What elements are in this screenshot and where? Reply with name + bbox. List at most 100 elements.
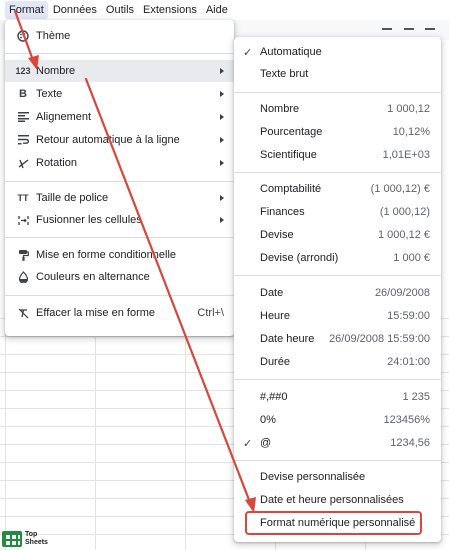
menu-item-mise-en-forme-conditionnelle[interactable]: Mise en forme conditionnelle xyxy=(5,244,234,266)
text-rotation-icon xyxy=(16,156,30,170)
submenu-item-label: Devise personnalisée xyxy=(260,471,366,483)
submenu-item-label: 0% xyxy=(260,414,276,426)
submenu-item-date-heure[interactable]: Date heure 26/09/2008 15:59:00 xyxy=(234,328,441,350)
clear-format-icon xyxy=(16,306,30,320)
submenu-item-custom-percent[interactable]: 0% 123456% xyxy=(234,409,441,431)
menu-item-taille-police[interactable]: TT Taille de police xyxy=(5,187,234,209)
toolbar-icon[interactable] xyxy=(404,28,414,34)
align-left-icon xyxy=(16,110,30,124)
submenu-item-label: Finances xyxy=(260,206,305,218)
menu-item-label: Thème xyxy=(36,30,71,42)
submenu-item-example: 10,12% xyxy=(392,126,430,138)
submenu-item-format-numerique-personnalise[interactable]: Format numérique personnalisé xyxy=(245,511,422,535)
menu-format[interactable]: Format xyxy=(5,1,48,19)
menu-item-alignement[interactable]: Alignement xyxy=(5,106,234,128)
submenu-item-label: #,##0 xyxy=(260,391,288,403)
submenu-item-devise-arrondi[interactable]: Devise (arrondi) 1 000 € xyxy=(234,247,441,269)
submenu-arrow-icon xyxy=(220,137,224,143)
submenu-item-label: Texte brut xyxy=(260,68,309,80)
submenu-item-label: Devise xyxy=(260,229,294,241)
submenu-item-heure[interactable]: Heure 15:59:00 xyxy=(234,305,441,327)
divider xyxy=(5,181,234,182)
submenu-item-comptabilite[interactable]: Comptabilité (1 000,12) € xyxy=(234,178,441,200)
submenu-item-duree[interactable]: Durée 24:01:00 xyxy=(234,351,441,373)
divider xyxy=(5,237,234,238)
menu-item-fusionner[interactable]: Fusionner les cellules xyxy=(5,209,234,231)
menu-item-texte[interactable]: B Texte xyxy=(5,83,234,105)
submenu-item-example: 1 000,12 € xyxy=(378,229,430,241)
menu-outils[interactable]: Outils xyxy=(102,1,138,19)
menu-item-label: Taille de police xyxy=(36,192,109,204)
menu-item-label: Couleurs en alternance xyxy=(36,271,150,283)
menu-item-couleurs-alternance[interactable]: Couleurs en alternance xyxy=(5,266,234,288)
menu-item-label: Fusionner les cellules xyxy=(36,214,142,226)
divider xyxy=(5,53,234,54)
submenu-arrow-icon xyxy=(220,195,224,201)
menu-item-retour-automatique[interactable]: Retour automatique à la ligne xyxy=(5,129,234,151)
submenu-item-pourcentage[interactable]: Pourcentage 10,12% xyxy=(234,121,441,143)
submenu-item-label: Date xyxy=(260,287,284,299)
checkmark-icon: ✓ xyxy=(243,46,253,59)
submenu-item-example: 1 000,12 xyxy=(387,103,430,115)
toolbar-icon[interactable] xyxy=(425,28,435,34)
merge-cells-icon xyxy=(16,213,30,227)
font-size-icon: TT xyxy=(17,193,29,203)
submenu-item-label: Heure xyxy=(260,310,290,322)
number-format-submenu: ✓ Automatique Texte brut Nombre 1 000,12… xyxy=(234,37,441,542)
brand-text: Top Sheets xyxy=(25,531,48,546)
submenu-item-date[interactable]: Date 26/09/2008 xyxy=(234,282,441,304)
divider xyxy=(234,275,441,276)
menu-aide[interactable]: Aide xyxy=(202,1,232,19)
menu-item-theme[interactable]: Thème xyxy=(5,25,234,47)
submenu-arrow-icon xyxy=(220,217,224,223)
submenu-item-label: Date heure xyxy=(260,333,315,345)
top-sheets-logo: Top Sheets xyxy=(2,531,48,547)
submenu-item-example: 26/09/2008 xyxy=(374,287,430,299)
divider xyxy=(234,92,441,93)
menu-item-label: Texte xyxy=(36,88,63,100)
submenu-item-label: Automatique xyxy=(260,46,322,58)
submenu-item-devise[interactable]: Devise 1 000,12 € xyxy=(234,224,441,246)
menu-item-label: Mise en forme conditionnelle xyxy=(36,249,177,261)
text-wrap-icon xyxy=(16,133,30,147)
submenu-item-label: Durée xyxy=(260,356,290,368)
submenu-item-label: Scientifique xyxy=(260,149,317,161)
palette-icon xyxy=(16,29,30,43)
divider xyxy=(234,460,441,461)
submenu-item-finances[interactable]: Finances (1 000,12) xyxy=(234,201,441,223)
menu-item-label: Nombre xyxy=(36,65,76,77)
submenu-item-custom-text[interactable]: ✓ @ 1234,56 xyxy=(234,432,441,454)
menu-item-label: Retour automatique à la ligne xyxy=(36,134,180,146)
submenu-item-example: (1 000,12) € xyxy=(370,183,430,195)
submenu-item-label: Date et heure personnalisées xyxy=(260,494,404,506)
submenu-item-date-heure-personnalisees[interactable]: Date et heure personnalisées xyxy=(234,489,441,511)
bold-icon: B xyxy=(19,88,27,100)
spreadsheet-logo-icon xyxy=(2,531,22,547)
submenu-item-example: 24:01:00 xyxy=(387,356,430,368)
number-format-icon: 123 xyxy=(15,66,31,76)
submenu-item-texte-brut[interactable]: Texte brut xyxy=(234,63,441,85)
checkmark-icon: ✓ xyxy=(243,437,253,450)
submenu-item-label: Format numérique personnalisé xyxy=(260,517,416,529)
submenu-item-label: Comptabilité xyxy=(260,183,322,195)
format-menu: Thème 123 Nombre B Texte Alignement Reto… xyxy=(5,20,234,336)
submenu-item-nombre[interactable]: Nombre 1 000,12 xyxy=(234,98,441,120)
toolbar-icon[interactable] xyxy=(382,28,392,34)
menu-item-nombre[interactable]: 123 Nombre xyxy=(5,60,234,82)
submenu-arrow-icon xyxy=(220,91,224,97)
submenu-item-custom-integer[interactable]: #,##0 1 235 xyxy=(234,386,441,408)
submenu-item-automatique[interactable]: ✓ Automatique xyxy=(234,41,441,63)
menu-extensions[interactable]: Extensions xyxy=(139,1,201,19)
submenu-item-scientifique[interactable]: Scientifique 1,01E+03 xyxy=(234,144,441,166)
submenu-item-example: 1234,56 xyxy=(390,437,430,449)
submenu-item-devise-personnalisee[interactable]: Devise personnalisée xyxy=(234,466,441,488)
submenu-item-example: 123456% xyxy=(383,414,431,426)
submenu-item-label: Nombre xyxy=(260,103,300,115)
menu-item-effacer-mise-en-forme[interactable]: Effacer la mise en forme Ctrl+\ xyxy=(5,302,234,324)
divider xyxy=(234,379,441,380)
submenu-item-example: 1,01E+03 xyxy=(382,149,430,161)
alternating-colors-icon xyxy=(16,270,30,284)
menu-item-rotation[interactable]: Rotation xyxy=(5,152,234,174)
shortcut-label: Ctrl+\ xyxy=(197,307,224,319)
menu-donnees[interactable]: Données xyxy=(49,1,101,19)
